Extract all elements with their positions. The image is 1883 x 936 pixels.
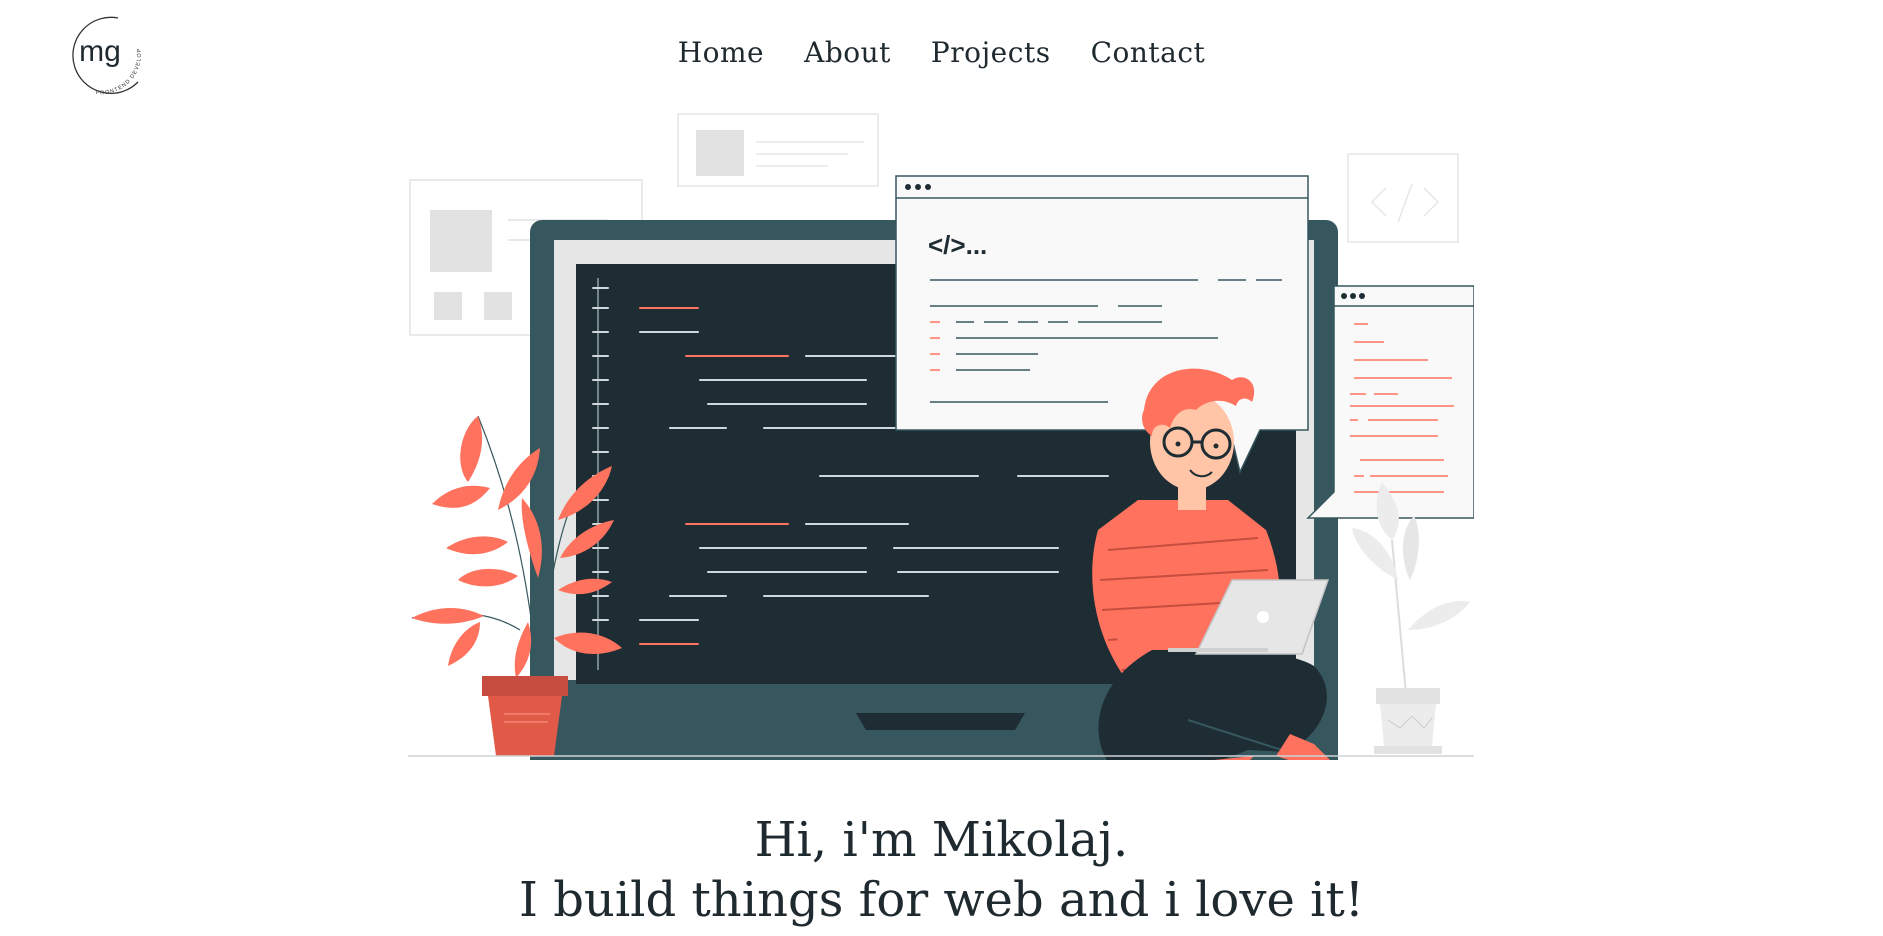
- plant-right: [1352, 482, 1470, 754]
- hero-greeting: Hi, i'm Mikolaj.: [754, 812, 1129, 868]
- hero-tagline: I build things for web and i love it!: [518, 872, 1365, 928]
- bg-window-top: [677, 113, 879, 187]
- nav-contact-link[interactable]: Contact: [1091, 36, 1206, 69]
- nav-home-link[interactable]: Home: [678, 36, 764, 69]
- bg-window-right: [1347, 153, 1459, 243]
- hero-illustration: </>...: [408, 113, 1474, 760]
- nav-about-link[interactable]: About: [804, 36, 891, 69]
- code-symbol: </>...: [928, 230, 987, 260]
- main-nav: Home About Projects Contact: [0, 36, 1883, 69]
- code-popup-window: </>...: [895, 175, 1309, 475]
- nav-projects-link[interactable]: Projects: [931, 36, 1051, 69]
